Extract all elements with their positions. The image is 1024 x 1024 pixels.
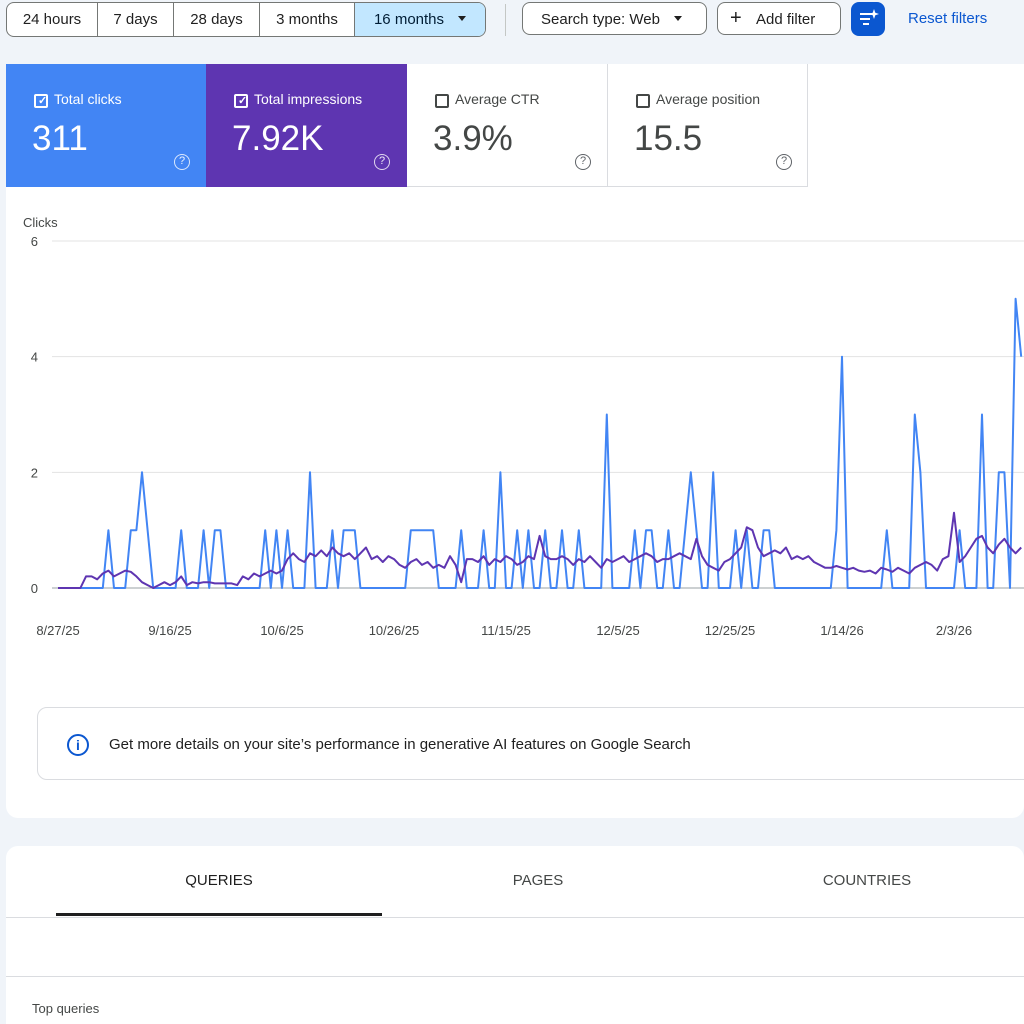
caret-down-icon [673, 15, 682, 21]
y-tick-label: 4 [31, 350, 38, 365]
ai-features-banner[interactable]: i Get more details on your site’s perfor… [37, 707, 1024, 780]
banner-text: Get more details on your site’s performa… [109, 736, 691, 753]
reset-filters-link[interactable]: Reset filters [908, 10, 987, 27]
x-tick-label: 2/3/26 [936, 623, 972, 638]
range-16-months-label: 16 months [373, 11, 445, 28]
y-tick-label: 2 [31, 465, 38, 480]
x-tick-label: 9/16/25 [148, 623, 191, 638]
x-tick-label: 8/27/25 [36, 623, 79, 638]
plus-icon: + [730, 7, 742, 29]
filter-sparkle-icon [860, 9, 879, 25]
tab-countries[interactable]: COUNTRIES [694, 872, 1024, 889]
range-3-months[interactable]: 3 months [260, 3, 355, 36]
range-16-months[interactable]: 16 months [355, 3, 485, 36]
toolbar-divider [505, 4, 506, 36]
x-tick-label: 11/15/25 [481, 623, 531, 638]
info-icon: i [67, 734, 89, 756]
add-filter-button[interactable]: + Add filter [717, 2, 841, 35]
y-tick-label: 6 [31, 234, 38, 249]
y-axis-label: Clicks [23, 215, 58, 230]
range-24-hours[interactable]: 24 hours [7, 3, 98, 36]
performance-panel: ✓ Total clicks 311 ? ✓ Total impressions… [6, 64, 1024, 818]
search-type-label: Search type: Web [541, 11, 660, 28]
y-tick-label: 0 [31, 581, 38, 596]
tab-pages[interactable]: PAGES [382, 872, 694, 889]
x-tick-label: 10/26/25 [369, 623, 420, 638]
tab-queries[interactable]: QUERIES [56, 872, 382, 889]
range-7-days[interactable]: 7 days [98, 3, 174, 36]
dimensions-panel: QUERIES PAGES COUNTRIES Top queries [6, 846, 1024, 1024]
search-type-dropdown[interactable]: Search type: Web [522, 2, 707, 35]
tabs-divider [6, 917, 1024, 918]
filter-settings-button[interactable] [851, 2, 885, 36]
series-line-clicks [58, 297, 1023, 589]
date-range-selector: 24 hours 7 days 28 days 3 months 16 mont… [6, 2, 486, 37]
active-tab-indicator [56, 913, 382, 916]
section-divider [6, 976, 1024, 977]
x-tick-label: 1/14/26 [820, 623, 863, 638]
range-28-days[interactable]: 28 days [174, 3, 260, 36]
caret-down-icon [458, 15, 467, 21]
x-tick-label: 12/25/25 [705, 623, 756, 638]
toolbar: 24 hours 7 days 28 days 3 months 16 mont… [0, 0, 1024, 40]
add-filter-label: Add filter [756, 11, 816, 28]
x-tick-label: 12/5/25 [596, 623, 639, 638]
section-label: Top queries [32, 1001, 100, 1016]
x-tick-label: 10/6/25 [260, 623, 303, 638]
performance-chart[interactable]: Clicks 0 2 4 6 8/27/25 9/16/25 10/6/25 10/26/25 1… [6, 64, 1024, 664]
